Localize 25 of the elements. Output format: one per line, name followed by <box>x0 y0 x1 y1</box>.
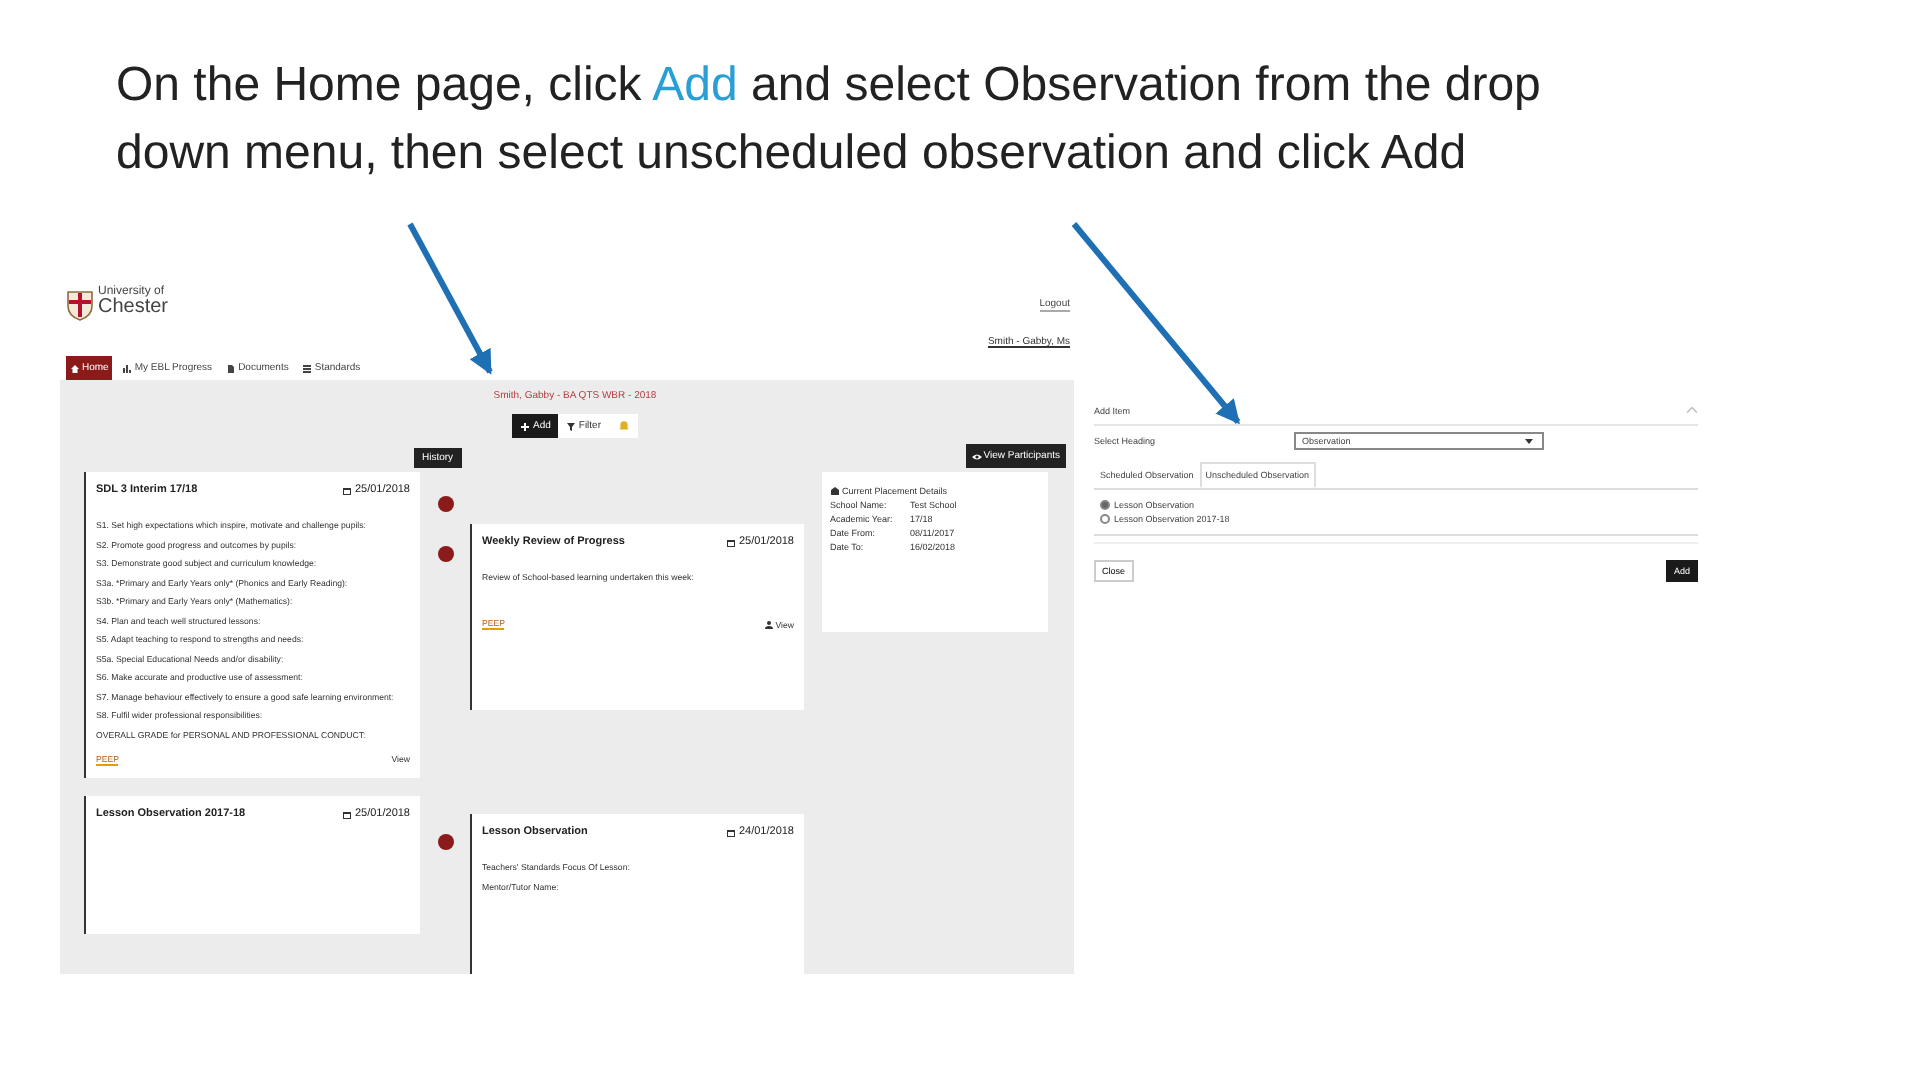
dropdown-arrow-icon <box>1524 436 1534 446</box>
timeline-dot <box>437 496 453 512</box>
plus-icon <box>520 421 531 431</box>
radio-button[interactable] <box>1100 514 1110 524</box>
chevron-up-icon[interactable] <box>1686 406 1698 414</box>
shield-icon <box>66 286 94 326</box>
radio-button[interactable] <box>1100 500 1110 510</box>
bell-icon <box>617 420 630 432</box>
person-icon <box>763 619 774 629</box>
calendar-icon <box>726 537 737 547</box>
list-icon <box>302 363 313 373</box>
calendar-icon <box>342 485 353 495</box>
calendar-icon <box>342 809 353 819</box>
building-icon <box>830 486 840 496</box>
calendar-icon <box>726 827 737 837</box>
logo-text: Chester <box>98 298 169 318</box>
eye-icon <box>971 451 982 461</box>
home-icon <box>70 363 80 373</box>
document-icon <box>226 363 237 373</box>
filter-icon <box>566 421 577 431</box>
notification-button[interactable] <box>609 414 638 438</box>
bar-chart-icon <box>122 363 133 373</box>
timeline-dot <box>437 834 453 850</box>
timeline-dot <box>437 546 453 562</box>
instruction-text: On the Home page, click Add and select Observation from the drop down menu, then select unscheduled observation and click Add <box>114 56 1543 184</box>
